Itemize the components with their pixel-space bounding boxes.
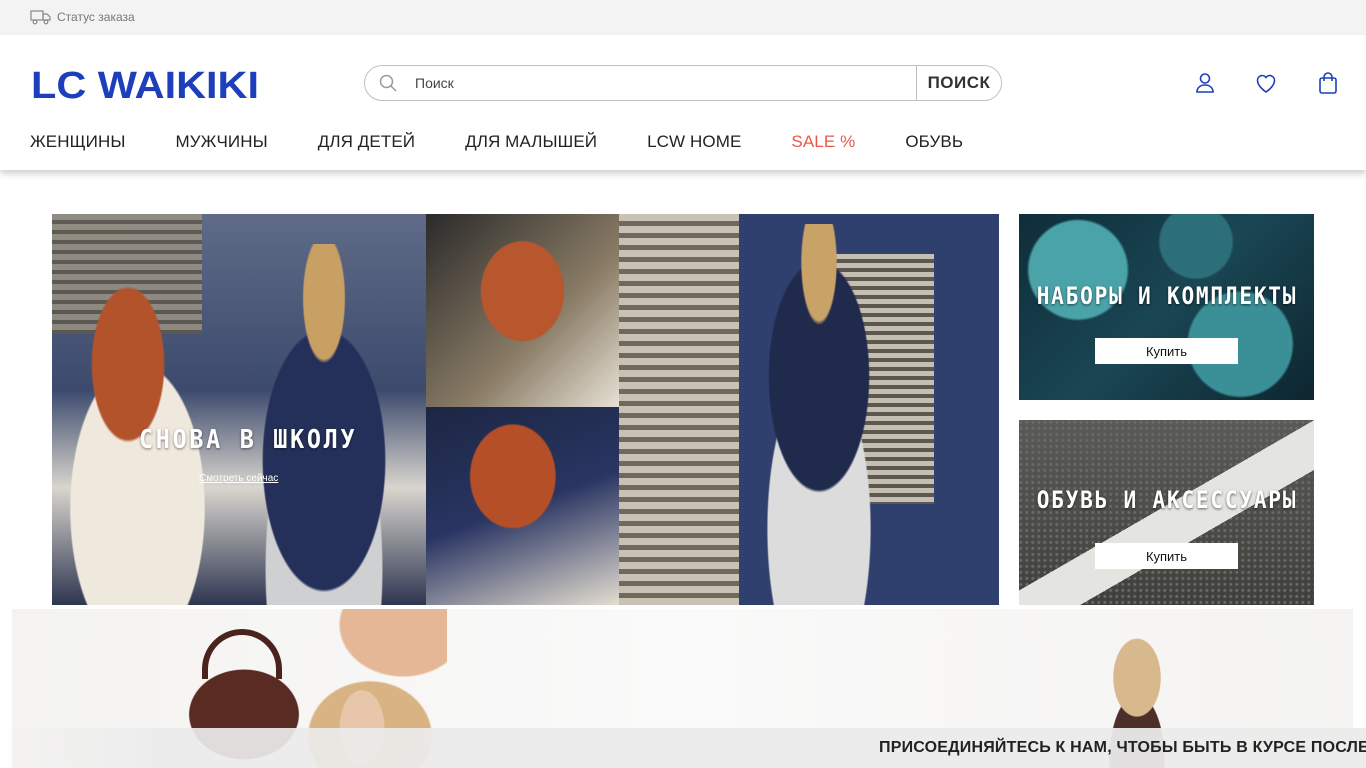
nav-item-kids[interactable]: ДЛЯ ДЕТЕЙ <box>318 132 415 152</box>
truck-icon <box>30 10 51 25</box>
search-input[interactable] <box>411 66 916 100</box>
lcw-logo[interactable]: LC WAIKIKI <box>31 66 259 100</box>
hero-title: СНОВА В ШКОЛУ <box>139 425 358 455</box>
order-status-link[interactable]: Статус заказа <box>30 9 135 25</box>
user-icon[interactable] <box>1193 71 1217 95</box>
side-banner-shoes-accessories[interactable]: ОБУВЬ И АКСЕССУАРЫ Купить <box>1019 420 1314 605</box>
buy-button[interactable]: Купить <box>1095 338 1238 364</box>
shopping-bag-icon[interactable] <box>1316 71 1340 95</box>
heart-icon[interactable] <box>1254 71 1278 95</box>
hero-banner[interactable]: СНОВА В ШКОЛУ Смотреть сейчас <box>52 214 999 605</box>
search-bar: ПОИСК <box>364 65 1002 101</box>
svg-text:LC WAIKIKI: LC WAIKIKI <box>31 66 259 100</box>
nav-item-women[interactable]: ЖЕНЩИНЫ <box>30 132 126 152</box>
side-banner-title: ОБУВЬ И АКСЕССУАРЫ <box>1036 486 1298 514</box>
search-button[interactable]: ПОИСК <box>916 66 1001 100</box>
side-banner-title: НАБОРЫ И КОМПЛЕКТЫ <box>1036 282 1298 310</box>
buy-button[interactable]: Купить <box>1095 543 1238 569</box>
nav-item-babies[interactable]: ДЛЯ МАЛЫШЕЙ <box>465 132 597 152</box>
nav-item-men[interactable]: МУЖЧИНЫ <box>176 132 268 152</box>
main-nav: ЖЕНЩИНЫ МУЖЧИНЫ ДЛЯ ДЕТЕЙ ДЛЯ МАЛЫШЕЙ LC… <box>30 132 1013 152</box>
side-banner-sets[interactable]: НАБОРЫ И КОМПЛЕКТЫ Купить <box>1019 214 1314 400</box>
top-bar: Статус заказа <box>0 0 1366 35</box>
hero-photo-boy <box>619 214 999 605</box>
logo-wordmark: LC WAIKIKI <box>31 66 259 100</box>
hero-photo-kids <box>52 214 426 605</box>
search-icon[interactable] <box>365 66 411 100</box>
hero-watch-now-link[interactable]: Смотреть сейчас <box>199 473 278 484</box>
order-status-label: Статус заказа <box>57 10 135 24</box>
newsletter-marquee-text: ПРИСОЕДИНЯЙТЕСЬ К НАМ, ЧТОБЫ БЫТЬ В КУРС… <box>879 739 1366 756</box>
hero-photo-girl-bottom <box>426 407 619 605</box>
nav-item-lcw-home[interactable]: LCW HOME <box>647 132 741 152</box>
site-header: LC WAIKIKI ПОИСК ЖЕНЩИНЫ МУЖЧИНЫ ДЛЯ ДЕТ… <box>0 35 1366 170</box>
hero-photo-girl-top <box>426 214 619 407</box>
nav-item-shoes[interactable]: ОБУВЬ <box>905 132 963 152</box>
nav-item-sale[interactable]: SALE % <box>791 132 855 152</box>
